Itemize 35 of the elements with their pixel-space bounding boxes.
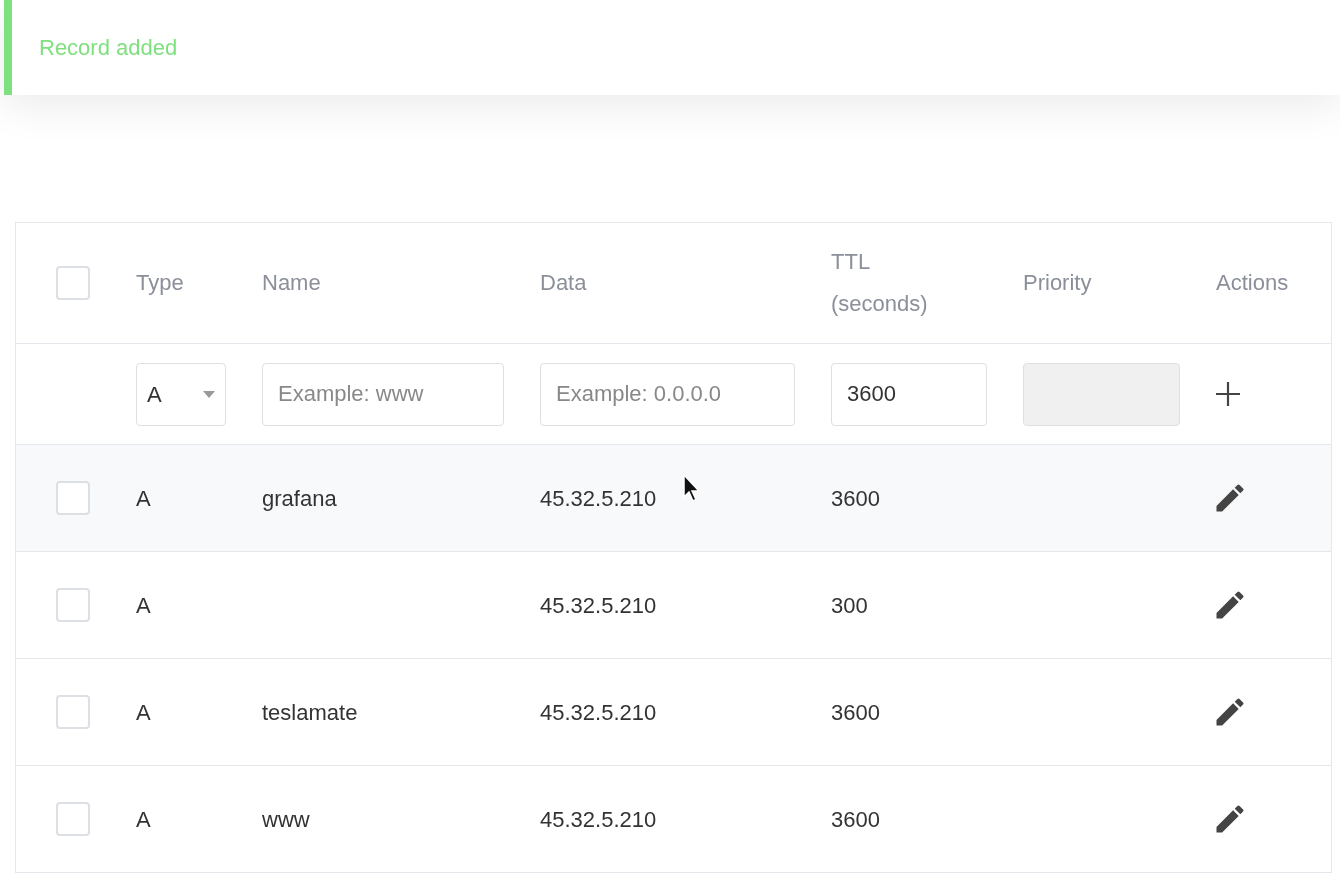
table-cell: A (136, 699, 151, 725)
table-cell: 45.32.5.210 (540, 485, 657, 511)
table-cell: A (136, 592, 151, 618)
checkbox[interactable] (56, 802, 90, 836)
table-cell: 3600 (831, 699, 880, 725)
column-header: Actions (1216, 269, 1289, 297)
column-header: Data (540, 269, 587, 297)
table-cell: 45.32.5.210 (540, 806, 657, 832)
table-cell: 3600 (831, 485, 880, 511)
column-header: Type (136, 269, 184, 297)
table-cell: 3600 (831, 806, 880, 832)
table-cell: teslamate (262, 699, 358, 725)
table-cell: grafana (262, 485, 337, 511)
checkbox[interactable] (56, 588, 90, 622)
column-header: TTL (seconds) (831, 248, 929, 318)
toast-message: Record added (39, 34, 178, 62)
table-cell: 45.32.5.210 (540, 699, 657, 725)
column-header: Priority (1023, 269, 1092, 297)
ttl-input[interactable]: 3600 (831, 362, 987, 426)
caret-icon (203, 390, 215, 398)
data-input[interactable]: Example: 0.0.0.0 (540, 362, 795, 426)
table-cell: A (136, 806, 151, 832)
mouse-pointer-icon (683, 473, 701, 502)
name-input[interactable]: Example: www (262, 362, 504, 426)
table-cell: 45.32.5.210 (540, 592, 657, 618)
plus-icon[interactable] (1216, 382, 1240, 406)
table-cell: A (136, 485, 151, 511)
checkbox[interactable] (56, 695, 90, 729)
table-cell: 300 (831, 592, 868, 618)
type-select[interactable]: A (136, 362, 226, 426)
checkbox[interactable] (56, 481, 90, 515)
column-header: Name (262, 269, 321, 297)
table-row[interactable]: A grafana 45.32.5.210 3600 (16, 445, 1331, 552)
checkbox[interactable] (56, 266, 90, 300)
table-cell: www (262, 806, 310, 832)
